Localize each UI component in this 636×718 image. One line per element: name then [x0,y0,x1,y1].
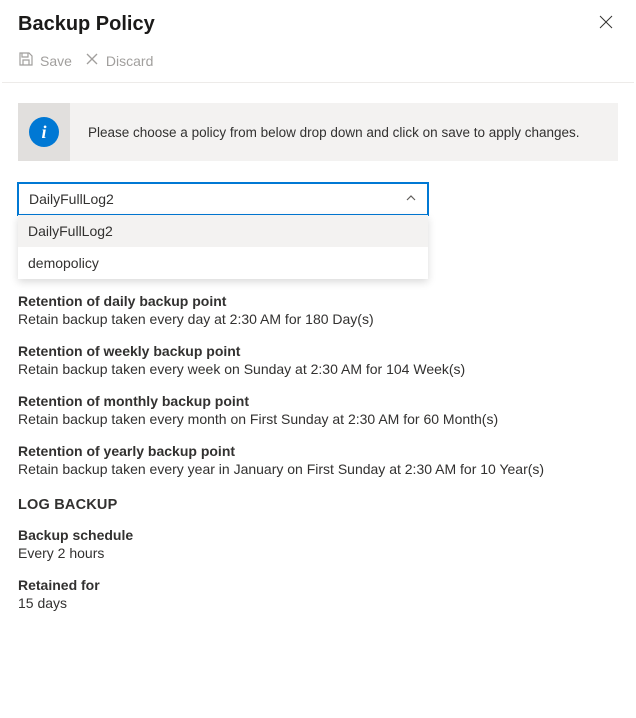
backup-schedule-value: Every 2 hours [18,545,618,561]
discard-button[interactable]: Discard [84,51,153,70]
policy-option[interactable]: DailyFullLog2 [18,215,428,247]
backup-schedule-label: Backup schedule [18,527,618,543]
retained-for-label: Retained for [18,577,618,593]
policy-dropdown-value: DailyFullLog2 [29,191,114,207]
content: i Please choose a policy from below drop… [0,83,636,647]
daily-retention-label: Retention of daily backup point [18,293,618,309]
monthly-retention-label: Retention of monthly backup point [18,393,618,409]
policy-dropdown-select[interactable]: DailyFullLog2 [18,183,428,215]
discard-icon [84,51,100,70]
policy-dropdown-list: DailyFullLog2 demopolicy [18,215,428,279]
yearly-retention-value: Retain backup taken every year in Januar… [18,461,618,477]
discard-label: Discard [106,53,153,69]
page-title: Backup Policy [18,13,155,36]
toolbar: Save Discard [0,39,636,82]
yearly-retention-label: Retention of yearly backup point [18,443,618,459]
chevron-up-icon [405,191,417,207]
save-button[interactable]: Save [18,51,72,70]
weekly-retention-value: Retain backup taken every week on Sunday… [18,361,618,377]
save-label: Save [40,53,72,69]
monthly-retention-value: Retain backup taken every month on First… [18,411,618,427]
info-message: Please choose a policy from below drop d… [70,125,598,140]
info-icon: i [29,117,59,147]
policy-dropdown: DailyFullLog2 DailyFullLog2 demopolicy [18,183,428,215]
policy-option[interactable]: demopolicy [18,247,428,279]
log-backup-heading: LOG BACKUP [18,497,618,513]
header: Backup Policy [0,0,636,39]
close-icon [598,14,614,34]
weekly-retention-label: Retention of weekly backup point [18,343,618,359]
retained-for-value: 15 days [18,595,618,611]
info-icon-wrap: i [18,103,70,161]
save-icon [18,51,34,70]
daily-retention-value: Retain backup taken every day at 2:30 AM… [18,311,618,327]
close-button[interactable] [594,10,618,39]
info-bar: i Please choose a policy from below drop… [18,103,618,161]
